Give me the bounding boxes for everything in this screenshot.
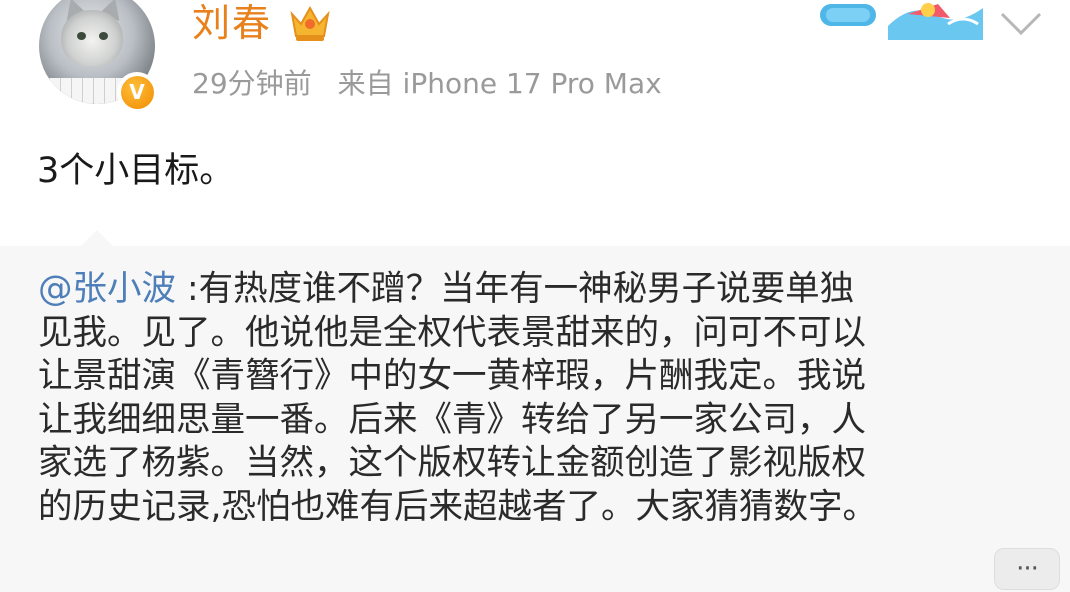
repost-line: 家选了杨紫。当然，这个版权转让金额创造了影视版权 <box>38 443 866 483</box>
repost-line: 让景甜演《青簪行》中的女一黄梓瑕，片酬我定。我说 <box>38 356 866 396</box>
chevron-down-icon[interactable] <box>998 6 1044 40</box>
cat-eye-left <box>77 32 86 40</box>
post-source: 来自 iPhone 17 Pro Max <box>337 67 662 100</box>
repost-text: @张小波 :有热度谁不蹭？当年有一神秘男子说要单独 见我。见了。他说他是全权代表… <box>38 268 1048 529</box>
repost-arrow <box>81 230 113 246</box>
post-text: 3个小目标。 <box>37 151 235 191</box>
author-name[interactable]: 刘春 <box>192 0 272 46</box>
repost-line: 让我细细思量一番。后来《青》转给了另一家公司，人 <box>38 399 866 440</box>
post-meta: 29分钟前 来自 iPhone 17 Pro Max <box>192 64 662 104</box>
crown-icon[interactable] <box>287 2 333 44</box>
repost-line: 的历史记录,恐怕也难有后来超越者了。大家猜猜数字。 <box>38 486 877 527</box>
mention-link[interactable]: @张小波 <box>38 269 176 309</box>
verified-v-icon: V <box>117 72 157 112</box>
repost-line: 见我。见了。他说他是全权代表景甜来的，问可不可以 <box>38 312 866 353</box>
surf-badge-icon[interactable] <box>818 0 988 40</box>
cat-face <box>61 10 123 66</box>
more-icon[interactable]: ··· <box>994 548 1060 590</box>
repost-line: @张小波 :有热度谁不蹭？当年有一神秘男子说要单独 <box>38 269 855 309</box>
post-time: 29分钟前 <box>192 67 312 100</box>
cat-eye-right <box>99 32 108 40</box>
